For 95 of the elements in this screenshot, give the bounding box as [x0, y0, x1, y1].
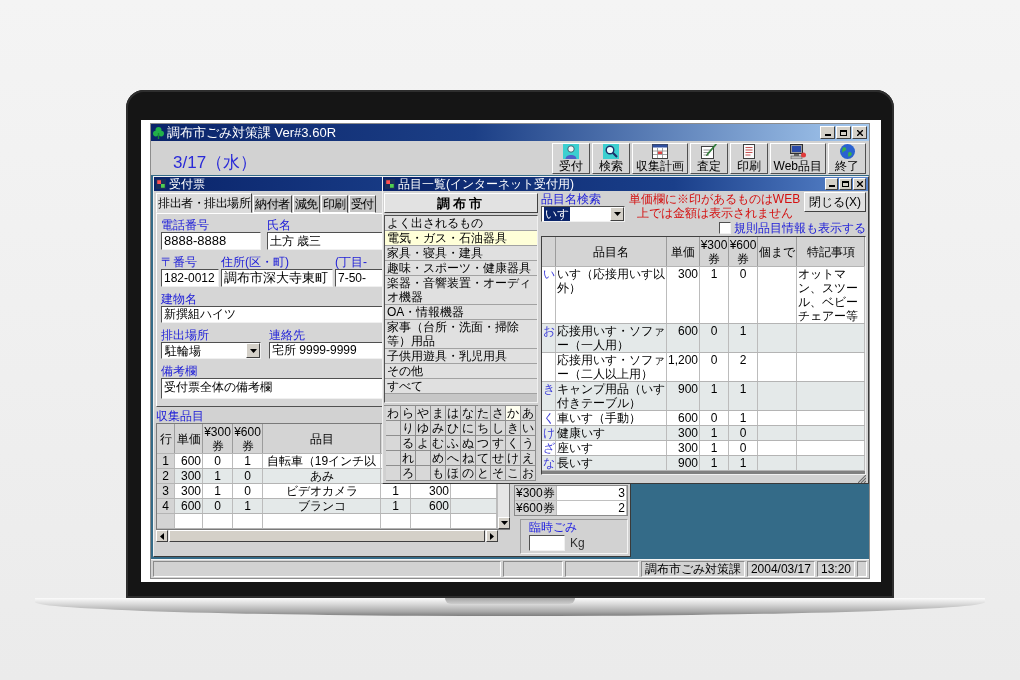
- table-cell: キャンプ用品（いす付きテーブル）: [556, 382, 667, 410]
- table-cell: 2: [557, 501, 627, 515]
- status-text: 2004/03/17: [746, 561, 815, 577]
- status-text: 調布市ごみ対策課: [640, 561, 745, 577]
- table-cell: 300: [667, 441, 700, 455]
- index-letter: く: [542, 411, 556, 425]
- table-cell: 300: [175, 484, 203, 498]
- table-cell: 長いす: [556, 456, 667, 470]
- table-cell: いす（応接用いす以外）: [556, 267, 667, 323]
- table-cell: 300: [175, 469, 203, 483]
- table-cell: 1: [729, 411, 758, 425]
- date-label: 3/17（水）: [173, 152, 258, 172]
- table-cell: 1: [700, 382, 729, 410]
- table-cell: あみ: [263, 469, 381, 483]
- group-label: 臨時ごみ: [529, 520, 577, 534]
- table-cell: 1: [233, 499, 263, 513]
- row-number: 4: [157, 499, 175, 513]
- table-cell: 600: [667, 324, 700, 352]
- unit-label: Kg: [570, 536, 585, 550]
- column-header: ¥600券: [729, 237, 758, 266]
- row-number: 2: [157, 469, 175, 483]
- status-text: 13:20: [816, 561, 855, 577]
- index-letter: お: [542, 324, 556, 352]
- table-cell: 600: [175, 499, 203, 513]
- column-header: ¥300券: [203, 424, 233, 453]
- table-cell: オットマン、スツール、ベビーチェアー等: [797, 267, 865, 323]
- table-cell: 0: [203, 499, 233, 513]
- field-label: 連絡先: [269, 328, 305, 342]
- table-cell: 1: [700, 456, 729, 470]
- row-number: 1: [157, 454, 175, 468]
- column-header: 個まで: [758, 237, 797, 266]
- field-label: 建物名: [161, 292, 197, 306]
- field-label: 〒番号: [161, 255, 197, 269]
- index-letter: き: [542, 382, 556, 410]
- table-cell: 600: [411, 499, 451, 513]
- table-cell: 1: [381, 499, 411, 513]
- table-cell: 0: [700, 411, 729, 425]
- window-title: 調布市ごみ対策課 Ver#3.60R: [167, 125, 337, 140]
- column-header: 単価: [175, 424, 203, 453]
- field-label: (丁目-: [335, 255, 367, 269]
- table-cell: 1: [203, 469, 233, 483]
- table-cell: 1,200: [667, 353, 700, 381]
- table-cell: 1: [729, 324, 758, 352]
- table-cell: 自転車（19インチ以: [263, 454, 381, 468]
- table-cell: 1: [729, 456, 758, 470]
- table-cell: 2: [729, 353, 758, 381]
- table-cell: ¥600券: [515, 501, 557, 515]
- table-cell: 座いす: [556, 441, 667, 455]
- index-letter: な: [542, 456, 556, 470]
- table-cell: 0: [729, 426, 758, 440]
- column-header: ¥600券: [233, 424, 263, 453]
- table-cell: 1: [700, 267, 729, 323]
- table-cell: 1: [203, 484, 233, 498]
- table-cell: 900: [667, 382, 700, 410]
- table-cell: ビデオカメラ: [263, 484, 381, 498]
- index-letter: い: [542, 267, 556, 323]
- table-cell: 900: [667, 456, 700, 470]
- table-cell: 0: [729, 441, 758, 455]
- field-label: 電話番号: [161, 218, 209, 232]
- field-label: 品目名検索: [541, 192, 601, 206]
- window-title: 品目一覧(インターネット受付用): [398, 177, 574, 191]
- index-letter: ざ: [542, 441, 556, 455]
- table-cell: 300: [667, 426, 700, 440]
- table-cell: 300: [667, 267, 700, 323]
- window-title: 受付票: [169, 177, 205, 191]
- field-label: 排出場所: [161, 328, 209, 342]
- column-header: ¥300券: [700, 237, 729, 266]
- table-cell: 応接用いす・ソファー（二人以上用）: [556, 353, 667, 381]
- table-cell: 車いす（手動）: [556, 411, 667, 425]
- table-cell: 0: [233, 469, 263, 483]
- table-cell: 0: [729, 267, 758, 323]
- table-cell: 1: [700, 441, 729, 455]
- table-cell: ¥300券: [515, 486, 557, 500]
- field-label: 住所(区・町): [221, 255, 289, 269]
- table-cell: 600: [175, 454, 203, 468]
- table-cell: 3: [557, 486, 627, 500]
- table-cell: 0: [233, 484, 263, 498]
- table-cell: 600: [667, 411, 700, 425]
- field-label: 備考欄: [161, 364, 197, 378]
- table-cell: 応接用いす・ソファー（一人用）: [556, 324, 667, 352]
- notice-text: 単価欄に※印があるものはWEB上では金額は表示されません: [628, 192, 801, 220]
- table-cell: 0: [700, 353, 729, 381]
- row-number: 3: [157, 484, 175, 498]
- field-label: 氏名: [267, 218, 291, 232]
- checkbox-label: 規則品目情報も表示する: [734, 220, 866, 235]
- table-cell: 1: [233, 454, 263, 468]
- table-cell: 健康いす: [556, 426, 667, 440]
- table-cell: 0: [203, 454, 233, 468]
- table-cell: 0: [700, 324, 729, 352]
- index-letter: け: [542, 426, 556, 440]
- section-label: 収集品目: [156, 409, 204, 423]
- table-cell: ブランコ: [263, 499, 381, 513]
- table-cell: 1: [700, 426, 729, 440]
- column-header: 行: [157, 424, 175, 453]
- table-cell: 1: [729, 382, 758, 410]
